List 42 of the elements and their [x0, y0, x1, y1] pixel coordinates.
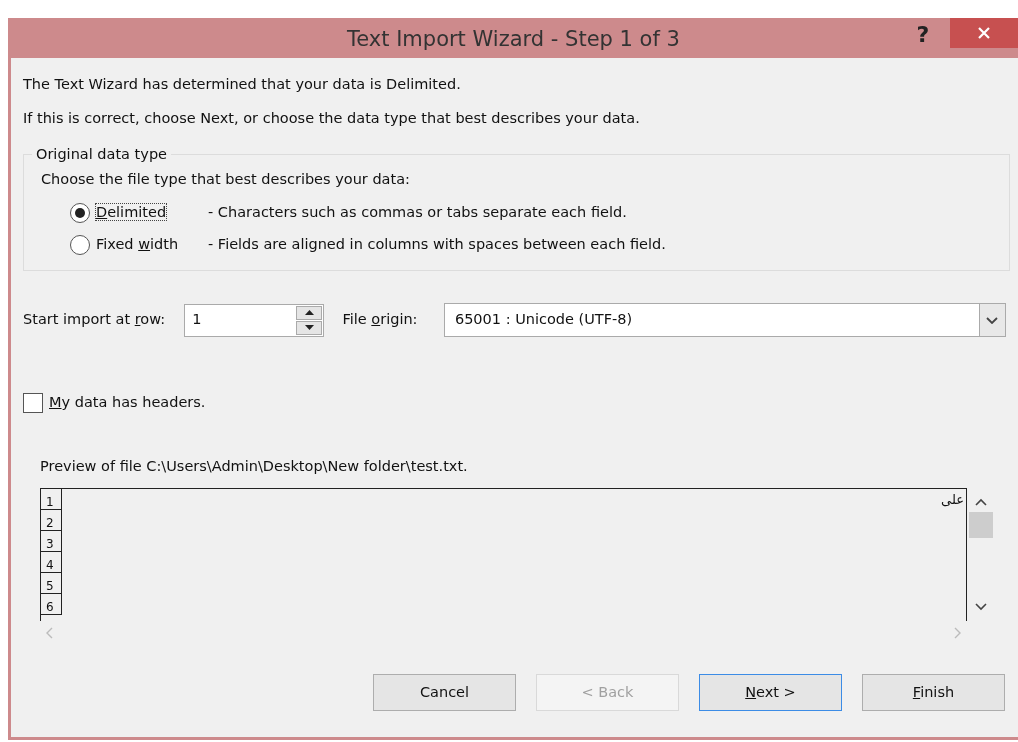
preview-cell: علی — [941, 490, 964, 509]
file-origin-dropdown[interactable]: 65001 : Unicode (UTF-8) — [443, 303, 1006, 337]
down-triangle-icon — [304, 325, 314, 330]
field-label: Start import at row: — [23, 310, 167, 330]
row-number: 3 — [41, 531, 62, 552]
field-label: File origin: — [342, 310, 419, 330]
instruction-text: The Text Wizard has determined that your data is Delimited. — [23, 75, 462, 94]
row-number: 5 — [41, 573, 62, 594]
spin-up-button[interactable] — [296, 305, 323, 320]
dialog-button[interactable]: Cancel — [373, 674, 516, 711]
headers-checkbox[interactable] — [23, 393, 43, 413]
dialog-button[interactable]: Next > — [699, 674, 842, 711]
row-spin-field[interactable]: 1 — [184, 303, 325, 337]
window-title: Text Import Wizard - Step 1 of 3 — [347, 26, 680, 53]
chevron-left-icon — [46, 627, 53, 639]
radio-button[interactable] — [70, 203, 90, 223]
scrollbar-thumb[interactable] — [969, 512, 993, 538]
row-number: 1 — [41, 489, 62, 510]
radio-label[interactable]: Delimited — [96, 202, 208, 224]
checkbox-label[interactable]: My data has headers. — [49, 392, 206, 414]
option-description: - Fields are aligned in columns with spaces between each field. — [208, 235, 666, 255]
row-number: 2 — [41, 510, 62, 531]
close-button[interactable] — [950, 18, 1018, 48]
row-number: 4 — [41, 552, 62, 573]
chevron-up-icon — [975, 498, 987, 506]
up-triangle-icon — [304, 310, 314, 315]
row-number: 6 — [41, 594, 62, 615]
close-icon — [978, 27, 990, 39]
preview-caption: Preview of file C:\Users\Admin\Desktop\New folder\test.txt. — [40, 457, 469, 476]
field-value: 1 — [191, 310, 203, 330]
chevron-right-icon — [954, 627, 961, 639]
spin-down-button[interactable] — [296, 320, 323, 335]
radio-button[interactable] — [70, 235, 90, 255]
instruction-text: If this is correct, choose Next, or choose the data type that best describes your data. — [23, 109, 641, 128]
group-prompt: Choose the file type that best describes your data: — [41, 170, 411, 189]
help-button[interactable]: ? — [908, 18, 938, 48]
radio-label[interactable]: Fixed width — [96, 234, 208, 256]
dialog-button[interactable]: Finish — [862, 674, 1005, 711]
dropdown-value: 65001 : Unicode (UTF-8) — [453, 310, 634, 330]
chevron-down-icon — [986, 316, 999, 324]
chevron-down-icon — [975, 603, 987, 611]
option-description: - Characters such as commas or tabs separate each field. — [208, 203, 627, 223]
